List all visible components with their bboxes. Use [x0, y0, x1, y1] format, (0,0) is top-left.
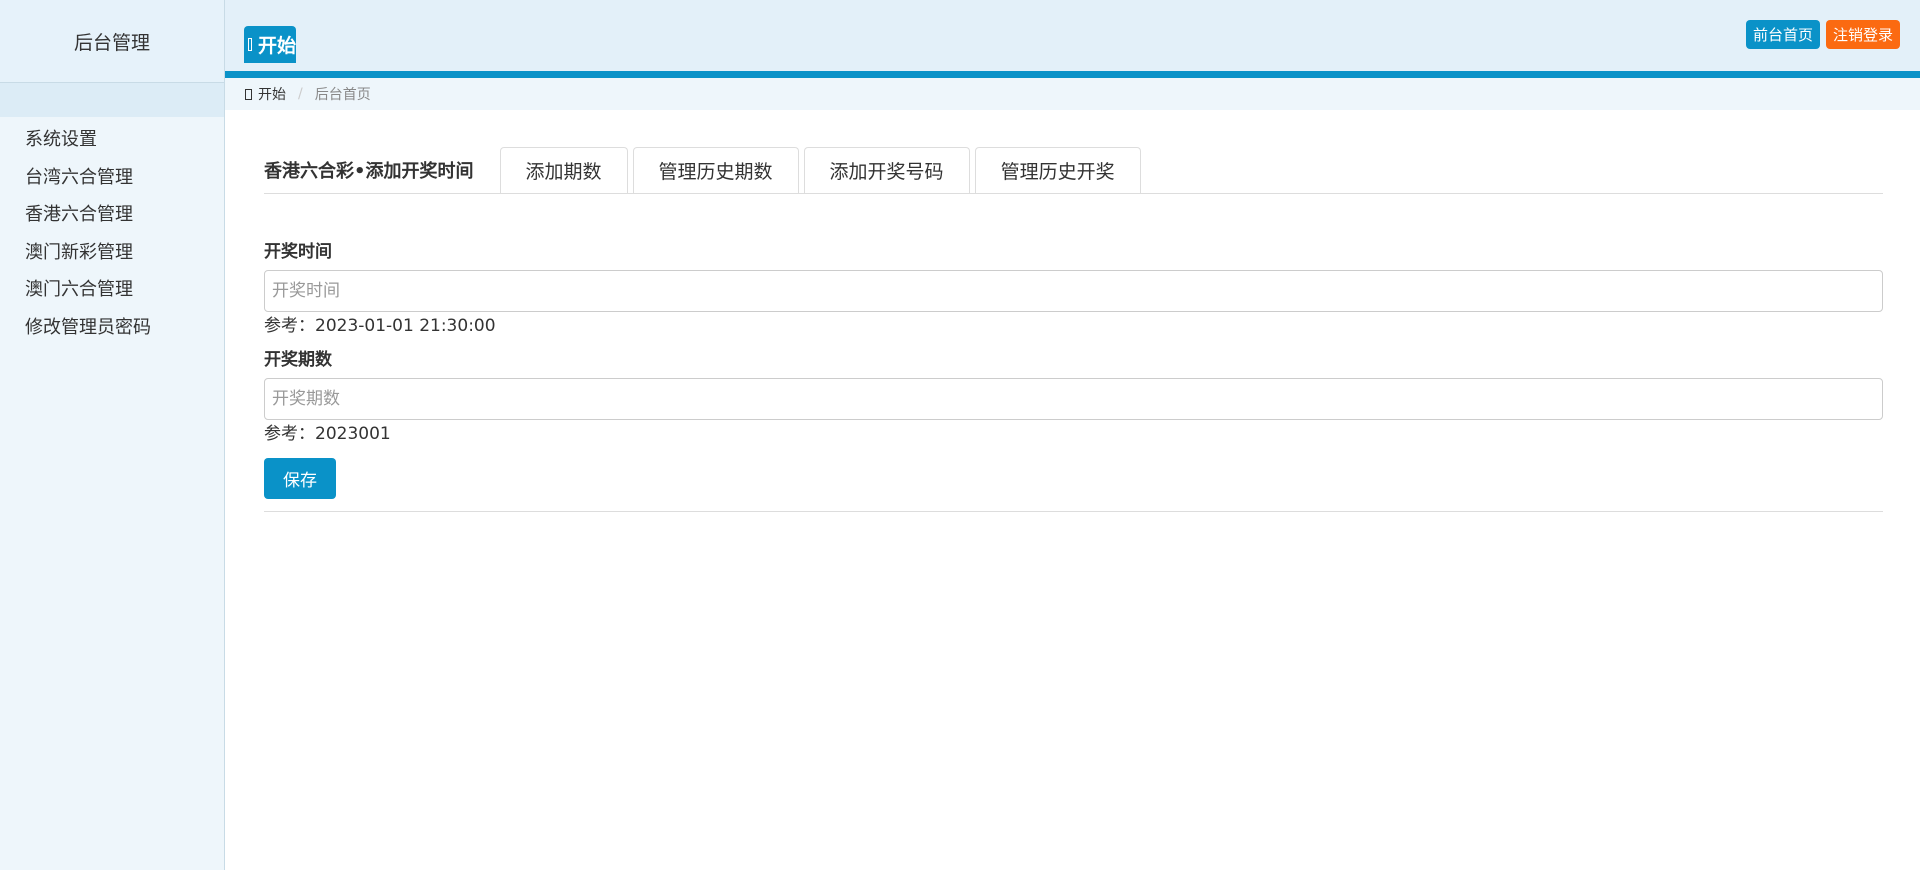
sidebar-item-macau-xincai[interactable]: 澳门新彩管理	[0, 234, 224, 272]
home-icon	[248, 38, 252, 51]
tab-manage-history-draws[interactable]: 管理历史开奖	[974, 147, 1141, 193]
form-divider	[264, 511, 1883, 512]
tab-start[interactable]: 开始	[244, 26, 296, 63]
tab-bar: 香港六合彩•添加开奖时间 添加期数 管理历史期数 添加开奖号码 管理历史开奖	[264, 146, 1883, 194]
draw-time-form: 开奖时间 参考：2023-01-01 21:30:00 开奖期数 参考：2023…	[264, 240, 1883, 512]
save-button[interactable]: 保存	[264, 458, 336, 499]
logout-button[interactable]: 注销登录	[1825, 20, 1900, 49]
front-home-button[interactable]: 前台首页	[1745, 20, 1820, 49]
sidebar-spacer	[0, 83, 224, 117]
sidebar-item-hongkong-liuhe[interactable]: 香港六合管理	[0, 196, 224, 234]
tab-add-period[interactable]: 添加期数	[499, 147, 628, 193]
sidebar-item-change-password[interactable]: 修改管理员密码	[0, 309, 224, 347]
tab-start-label: 开始	[257, 35, 296, 57]
main-content: 香港六合彩•添加开奖时间 添加期数 管理历史期数 添加开奖号码 管理历史开奖 开…	[264, 146, 1883, 512]
draw-time-label: 开奖时间	[264, 242, 332, 262]
breadcrumb-home-label: 开始	[258, 87, 286, 103]
sidebar-item-system-settings[interactable]: 系统设置	[0, 121, 224, 159]
top-header: 开始 前台首页 注销登录	[225, 0, 1920, 78]
draw-period-hint: 参考：2023001	[264, 424, 391, 444]
breadcrumb-separator: /	[298, 86, 303, 102]
sidebar-title: 后台管理	[0, 0, 224, 83]
draw-period-label: 开奖期数	[264, 350, 332, 370]
breadcrumb-home[interactable]: 开始	[245, 84, 286, 104]
sidebar: 后台管理 系统设置 台湾六合管理 香港六合管理 澳门新彩管理 澳门六合管理 修改…	[0, 0, 225, 870]
draw-period-input[interactable]	[264, 378, 1883, 420]
sidebar-item-taiwan-liuhe[interactable]: 台湾六合管理	[0, 159, 224, 197]
draw-time-input[interactable]	[264, 270, 1883, 312]
breadcrumb-current: 后台首页	[314, 87, 371, 103]
tab-manage-history-periods[interactable]: 管理历史期数	[632, 147, 799, 193]
draw-time-hint: 参考：2023-01-01 21:30:00	[264, 316, 496, 336]
sidebar-item-macau-liuhe[interactable]: 澳门六合管理	[0, 271, 224, 309]
home-icon	[245, 88, 252, 100]
sidebar-nav: 系统设置 台湾六合管理 香港六合管理 澳门新彩管理 澳门六合管理 修改管理员密码	[0, 121, 224, 346]
breadcrumb: 开始 / 后台首页	[225, 78, 1920, 110]
section-title: 香港六合彩•添加开奖时间	[264, 160, 474, 182]
top-actions: 前台首页 注销登录	[1745, 20, 1900, 49]
tab-add-draw-numbers[interactable]: 添加开奖号码	[803, 147, 970, 193]
